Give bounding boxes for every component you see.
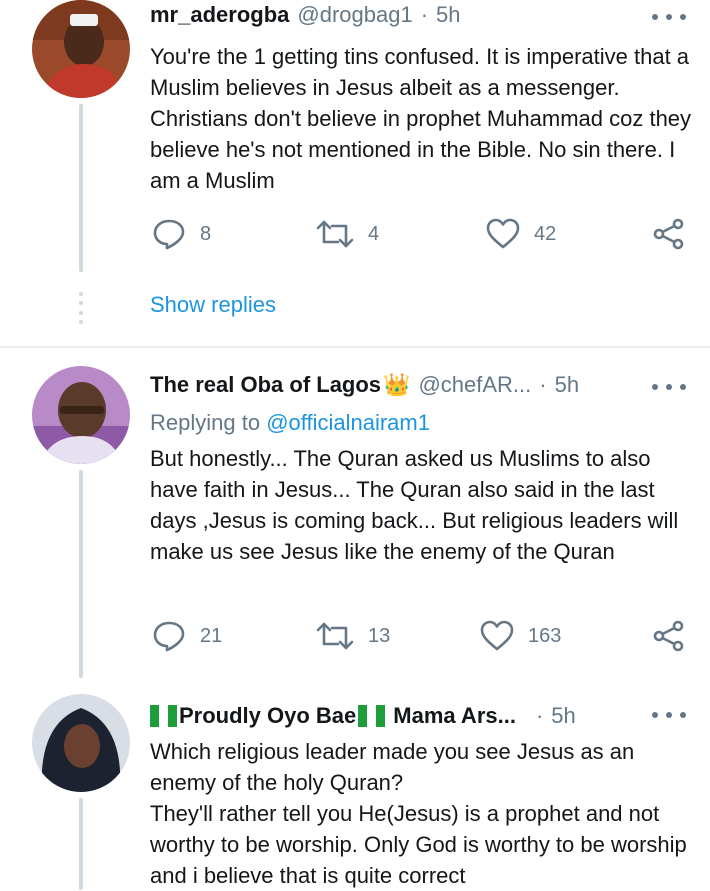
- more-options-icon[interactable]: [652, 708, 686, 722]
- handle[interactable]: @chefAR...: [418, 372, 531, 398]
- retweet-button[interactable]: 13: [316, 620, 390, 652]
- reply-count: 8: [200, 222, 212, 245]
- like-button[interactable]: 163: [480, 620, 561, 652]
- avatar-image: [32, 694, 130, 792]
- divider: [0, 346, 710, 348]
- replying-to: Replying to @officialnairam1: [150, 410, 430, 436]
- separator-dot: ·: [535, 703, 544, 728]
- handle[interactable]: @drogbag1: [297, 2, 412, 28]
- reply-count: 21: [200, 624, 223, 647]
- more-options-icon[interactable]: [652, 380, 686, 394]
- retweet-button[interactable]: 4: [316, 218, 379, 250]
- avatar-image: [32, 0, 130, 98]
- crown-emoji: 👑: [383, 372, 411, 397]
- thread-continuation-dots: [79, 292, 83, 324]
- like-count: 163: [528, 624, 562, 647]
- display-name[interactable]: The real Oba of Lagos: [150, 372, 381, 398]
- replying-to-label: Replying to: [150, 410, 261, 435]
- nigeria-flag-icon: [358, 705, 386, 727]
- timestamp[interactable]: 5h: [436, 2, 460, 28]
- show-replies-link[interactable]: Show replies: [150, 292, 276, 318]
- retweet-icon: [316, 622, 354, 650]
- share-icon[interactable]: [652, 620, 686, 652]
- heart-icon: [486, 218, 520, 249]
- thread-line: [79, 104, 83, 272]
- reply-button[interactable]: 8: [152, 218, 211, 250]
- retweet-icon: [316, 220, 354, 248]
- like-count: 42: [534, 222, 557, 245]
- like-button[interactable]: 42: [486, 218, 556, 250]
- avatar-mr-aderogba[interactable]: [32, 0, 130, 98]
- avatar-oba-of-lagos[interactable]: [32, 366, 130, 464]
- display-name[interactable]: Proudly Oyo Bae: [179, 703, 356, 729]
- nigeria-flag-icon: [150, 705, 177, 727]
- separator-dot: ·: [420, 2, 429, 27]
- avatar-image: [32, 366, 130, 464]
- retweet-count: 13: [368, 624, 391, 647]
- retweet-count: 4: [368, 222, 380, 245]
- more-options-icon[interactable]: [652, 10, 686, 24]
- display-name-continued[interactable]: Mama Ars...: [393, 703, 516, 729]
- display-name[interactable]: mr_aderogba: [150, 2, 289, 28]
- replying-to-handle-link[interactable]: @officialnairam1: [266, 410, 430, 435]
- timestamp[interactable]: 5h: [551, 703, 575, 729]
- avatar-proudly-oyo-bae[interactable]: [32, 694, 130, 792]
- tweet-header: mr_aderogba @drogbag1 · 5h: [150, 2, 461, 28]
- tweet-text: Which religious leader made you see Jesu…: [150, 739, 687, 888]
- share-icon[interactable]: [652, 218, 686, 250]
- timestamp[interactable]: 5h: [555, 372, 579, 398]
- reply-icon: [153, 621, 185, 652]
- tweet-text: You're the 1 getting tins confused. It i…: [150, 44, 692, 193]
- reply-icon: [153, 219, 185, 250]
- tweet-header: Proudly Oyo Bae Mama Ars... · 5h: [150, 703, 576, 729]
- thread-line: [79, 470, 83, 678]
- heart-icon: [480, 620, 514, 651]
- thread-line: [79, 798, 83, 890]
- tweet-text: But honestly... The Quran asked us Musli…: [150, 446, 679, 564]
- tweet-header: The real Oba of Lagos 👑 @chefAR... · 5h: [150, 372, 579, 398]
- reply-button[interactable]: 21: [152, 620, 222, 652]
- separator-dot: ·: [539, 372, 547, 397]
